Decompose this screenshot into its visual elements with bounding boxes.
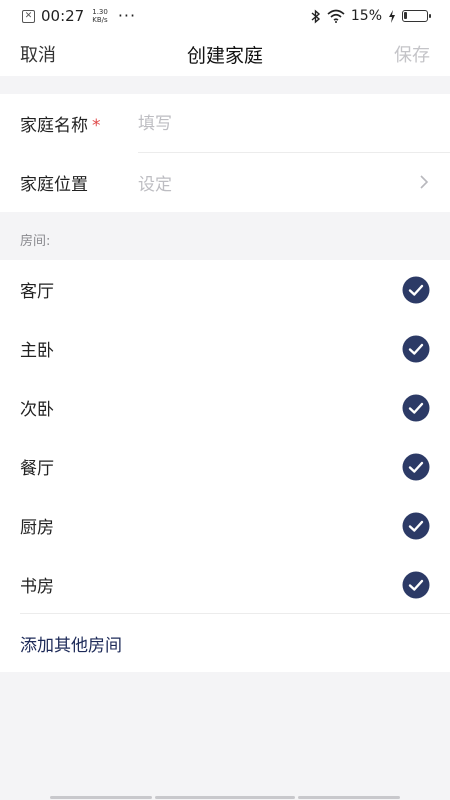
- room-label: 厨房: [20, 518, 54, 538]
- home-name-row: 家庭名称 *: [0, 94, 450, 153]
- check-circle-icon[interactable]: [402, 571, 430, 599]
- room-item[interactable]: 餐厅: [0, 437, 450, 496]
- nav-bar: 取消 创建家庭 保存: [0, 32, 450, 76]
- check-circle-icon[interactable]: [402, 335, 430, 363]
- battery-icon: [402, 10, 431, 22]
- room-item[interactable]: 主卧: [0, 319, 450, 378]
- room-item[interactable]: 书房: [0, 555, 450, 614]
- status-time: 00:27: [41, 7, 85, 25]
- save-button[interactable]: 保存: [394, 41, 430, 67]
- home-info-form: 家庭名称* 家庭位置 设定: [0, 94, 450, 212]
- home-location-row[interactable]: 家庭位置 设定: [0, 153, 450, 212]
- network-speed-unit: KB/s: [92, 16, 108, 24]
- status-right: 15%: [311, 8, 431, 24]
- cancel-button[interactable]: 取消: [20, 41, 56, 67]
- home-name-input[interactable]: [138, 113, 388, 134]
- home-indicator-segment: [298, 796, 400, 799]
- add-other-room-button[interactable]: 添加其他房间: [20, 614, 122, 672]
- room-item[interactable]: 厨房: [0, 496, 450, 555]
- room-label: 餐厅: [20, 459, 54, 479]
- home-indicator-segment: [155, 796, 295, 799]
- room-label: 主卧: [20, 341, 54, 361]
- room-label: 书房: [20, 577, 54, 597]
- battery-fill: [404, 12, 407, 19]
- room-item[interactable]: 客厅: [0, 260, 450, 319]
- home-location-value: 设定: [138, 175, 172, 195]
- bluetooth-icon: [311, 8, 320, 24]
- room-label: 次卧: [20, 400, 54, 420]
- check-circle-icon[interactable]: [402, 276, 430, 304]
- status-bar: ✕ 00:27 1.30 KB/s ··· 15%: [0, 0, 450, 32]
- network-speed: 1.30 KB/s: [92, 8, 108, 24]
- room-label: 客厅: [20, 282, 54, 302]
- home-location-label: 家庭位置: [20, 175, 88, 195]
- status-left: ✕ 00:27 1.30 KB/s ···: [22, 7, 136, 25]
- room-item[interactable]: 次卧: [0, 378, 450, 437]
- rooms-list: 客厅 主卧 次卧 餐厅 厨房 书房 添加其他房间: [0, 260, 450, 672]
- battery-percent: 15%: [350, 8, 382, 24]
- rooms-section-header: 房间:: [20, 234, 51, 249]
- home-name-label-text: 家庭名称: [20, 116, 88, 136]
- home-indicator: [50, 796, 400, 799]
- wifi-icon: [327, 9, 345, 23]
- more-notifications-icon: ···: [117, 6, 137, 25]
- required-mark: *: [92, 116, 101, 136]
- page-title: 创建家庭: [186, 44, 263, 67]
- charging-icon: [389, 9, 395, 23]
- notification-icon: ✕: [22, 9, 35, 23]
- check-circle-icon[interactable]: [402, 512, 430, 540]
- home-indicator-segment: [50, 796, 152, 799]
- home-name-label: 家庭名称 *: [20, 111, 138, 136]
- network-speed-value: 1.30: [92, 8, 108, 16]
- check-circle-icon[interactable]: [402, 453, 430, 481]
- chevron-right-icon: [420, 175, 429, 189]
- check-circle-icon[interactable]: [402, 394, 430, 422]
